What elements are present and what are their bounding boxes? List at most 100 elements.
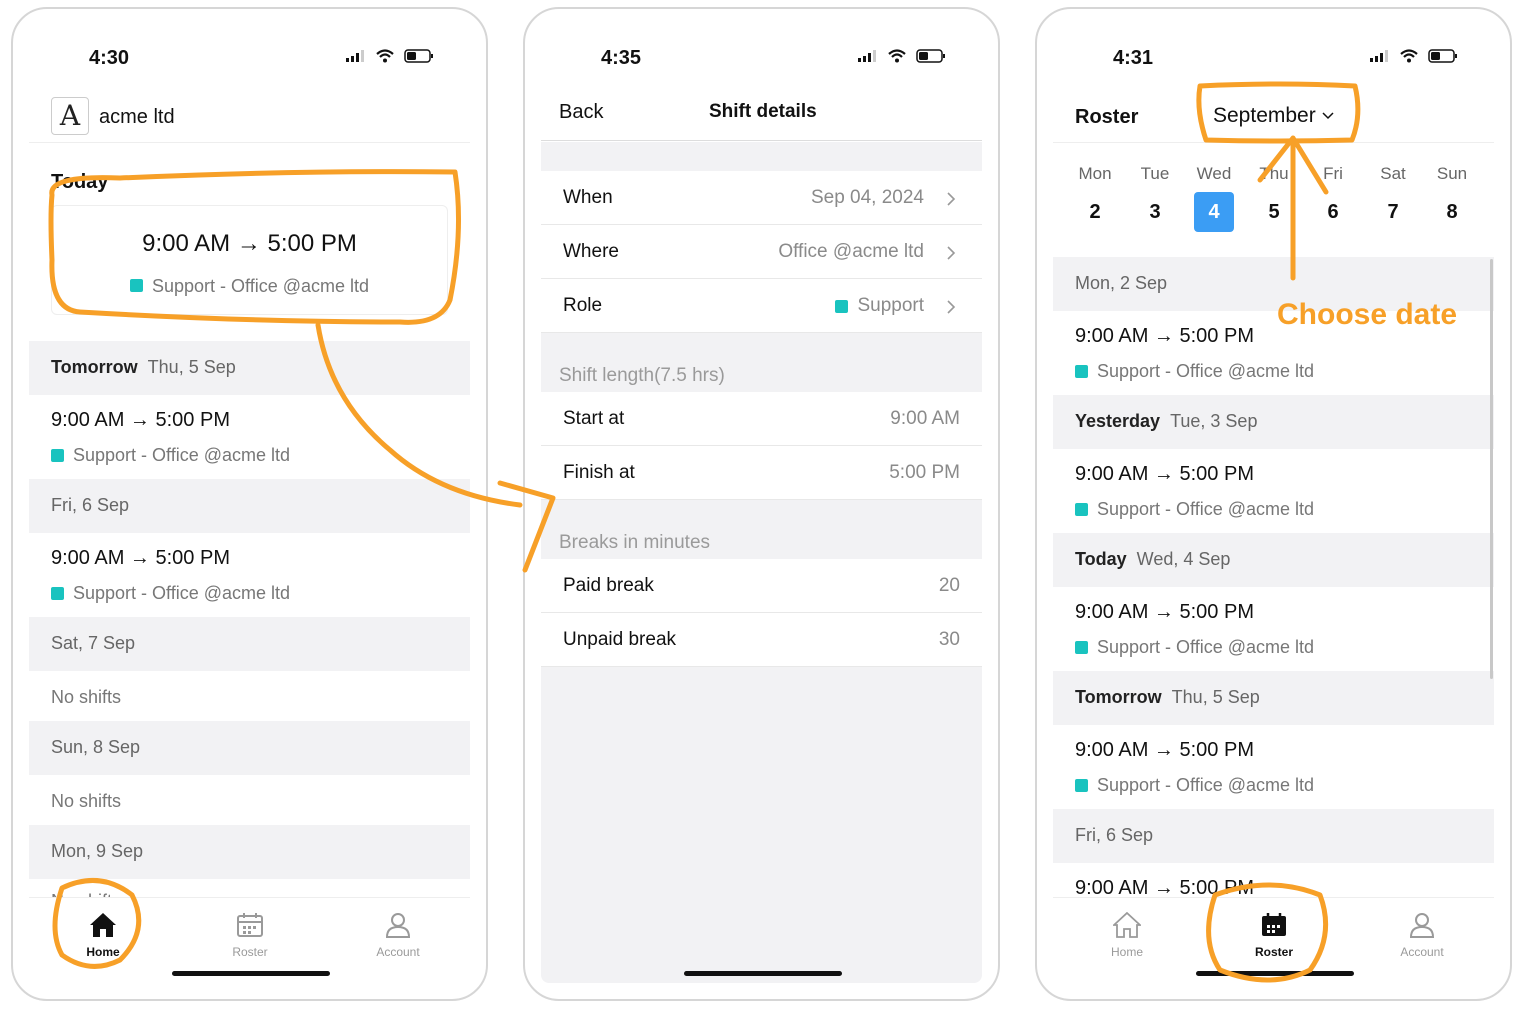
page-title: Roster bbox=[1075, 106, 1139, 128]
section-date: Thu, 5 Sep bbox=[1171, 687, 1260, 707]
status-bar: 4:31 bbox=[1053, 45, 1494, 73]
wifi-icon bbox=[376, 49, 394, 63]
paid-break-row[interactable]: Paid break 20 bbox=[541, 559, 982, 613]
day-number: 3 bbox=[1149, 201, 1161, 223]
chevron-right-icon bbox=[947, 192, 956, 206]
day-thu[interactable]: Thu 5 bbox=[1254, 164, 1294, 232]
day-number: 7 bbox=[1387, 201, 1399, 223]
section-date: Mon, 9 Sep bbox=[51, 841, 144, 861]
breaks-label: Breaks in minutes bbox=[559, 532, 711, 553]
today-heading: Today bbox=[51, 171, 109, 193]
section-date: Mon, 2 Sep bbox=[1075, 273, 1168, 293]
shift-row[interactable]: 9:00 AM → 5:00 PM Support - Office @acme… bbox=[29, 395, 470, 479]
role-row[interactable]: Role Support bbox=[541, 279, 982, 333]
section-header: Yesterday Tue, 3 Sep bbox=[1053, 395, 1494, 449]
page-title: Shift details bbox=[709, 101, 817, 122]
shift-time: 9:00 AM → 5:00 PM bbox=[1075, 325, 1254, 347]
month-picker[interactable]: September bbox=[1213, 104, 1334, 128]
paid-break-value: 20 bbox=[938, 575, 960, 596]
chevron-down-icon bbox=[1322, 112, 1334, 120]
day-sat[interactable]: Sat 7 bbox=[1373, 164, 1413, 232]
role-label: Role bbox=[563, 295, 603, 316]
day-mon[interactable]: Mon 2 bbox=[1075, 164, 1115, 232]
start-row[interactable]: Start at 9:00 AM bbox=[541, 392, 982, 446]
unpaid-break-label: Unpaid break bbox=[563, 629, 677, 650]
finish-row[interactable]: Finish at 5:00 PM bbox=[541, 446, 982, 500]
section-date: Fri, 6 Sep bbox=[51, 495, 130, 515]
no-shifts-text: No shifts bbox=[51, 791, 122, 811]
day-tue[interactable]: Tue 3 bbox=[1135, 164, 1175, 232]
role-color-swatch bbox=[129, 279, 143, 292]
when-value: Sep 04, 2024 bbox=[810, 187, 924, 208]
section-date: Sat, 7 Sep bbox=[51, 633, 136, 653]
day-wed-selected[interactable]: Wed 4 bbox=[1194, 164, 1234, 232]
phone-home-screen: 4:30 A acme ltd Today 9:00 AM → 5:00 PM … bbox=[11, 7, 488, 1001]
tab-home[interactable]: Home bbox=[63, 912, 143, 959]
shift-row[interactable]: 9:00 AM → 5:00 PM Support - Office @acme… bbox=[29, 533, 470, 617]
day-name: Tue bbox=[1140, 164, 1170, 183]
section-header: Sat, 7 Sep bbox=[29, 617, 470, 671]
today-shift-card[interactable]: 9:00 AM → 5:00 PM Support - Office @acme… bbox=[51, 205, 448, 315]
day-fri[interactable]: Fri 6 bbox=[1313, 164, 1353, 232]
today-shift-time: 9:00 AM → 5:00 PM bbox=[142, 230, 357, 257]
day-number: 5 bbox=[1268, 201, 1280, 223]
day-name: Fri bbox=[1323, 164, 1343, 183]
section-date: Wed, 4 Sep bbox=[1136, 549, 1231, 569]
day-sun[interactable]: Sun 8 bbox=[1432, 164, 1472, 232]
paid-break-label: Paid break bbox=[563, 575, 654, 596]
tab-home[interactable]: Home bbox=[1087, 911, 1167, 959]
tab-bar: Home Roster Account bbox=[29, 897, 470, 997]
day-number: 2 bbox=[1089, 201, 1101, 223]
empty-row: No shifts bbox=[29, 671, 470, 721]
shift-detail-text: Support - Office @acme ltd bbox=[1097, 361, 1315, 381]
signal-icon bbox=[858, 50, 876, 62]
day-number: 6 bbox=[1327, 201, 1339, 223]
status-bar: 4:30 bbox=[29, 45, 470, 73]
shift-row[interactable]: 9:00 AM → 5:00 PM Support - Office @acme… bbox=[1053, 587, 1494, 671]
empty-row: No shifts bbox=[29, 775, 470, 825]
signal-icon bbox=[346, 50, 364, 62]
unpaid-break-value: 30 bbox=[938, 629, 960, 650]
company-name: acme ltd bbox=[99, 106, 175, 128]
unpaid-break-row[interactable]: Unpaid break 30 bbox=[541, 613, 982, 667]
status-bar: 4:35 bbox=[541, 45, 982, 73]
shift-detail: Support - Office @acme ltd bbox=[1075, 499, 1314, 520]
tab-home-label: Home bbox=[1110, 945, 1143, 959]
day-name: Mon bbox=[1078, 164, 1112, 183]
app-header: A acme ltd bbox=[29, 91, 470, 143]
shift-row[interactable]: 9:00 AM → 5:00 PM Support - Office @acme… bbox=[1053, 449, 1494, 533]
wifi-icon bbox=[888, 49, 906, 63]
scrollbar[interactable] bbox=[1490, 259, 1493, 679]
tab-roster[interactable]: Roster bbox=[1234, 912, 1314, 959]
status-time: 4:30 bbox=[89, 47, 130, 69]
section-date: Sun, 8 Sep bbox=[51, 737, 141, 757]
tab-roster-label: Roster bbox=[1254, 945, 1293, 959]
tab-account[interactable]: Account bbox=[358, 912, 438, 959]
home-indicator bbox=[684, 971, 842, 976]
tab-home-label: Home bbox=[86, 945, 120, 959]
finish-value: 5:00 PM bbox=[889, 462, 960, 483]
shift-detail-text: Support - Office @acme ltd bbox=[73, 445, 291, 465]
home-icon bbox=[90, 913, 116, 937]
role-color-swatch bbox=[835, 299, 849, 313]
day-name: Sat bbox=[1380, 164, 1406, 183]
shift-time: 9:00 AM → 5:00 PM bbox=[1075, 601, 1254, 623]
day-name: Thu bbox=[1259, 164, 1289, 183]
battery-icon bbox=[1428, 49, 1457, 63]
tab-account-label: Account bbox=[1400, 945, 1444, 959]
where-row[interactable]: Where Office @acme ltd bbox=[541, 225, 982, 279]
tab-account[interactable]: Account bbox=[1382, 912, 1462, 959]
shift-row[interactable]: 9:00 AM → 5:00 PM Support - Office @acme… bbox=[1053, 725, 1494, 809]
shift-detail-text: Support - Office @acme ltd bbox=[73, 583, 291, 603]
back-button[interactable]: Back bbox=[559, 101, 603, 124]
tab-roster[interactable]: Roster bbox=[210, 912, 290, 959]
roster-header: Roster September bbox=[1053, 91, 1494, 143]
finish-label: Finish at bbox=[563, 462, 635, 483]
choose-date-annotation: Choose date bbox=[1277, 298, 1458, 331]
start-label: Start at bbox=[563, 408, 625, 429]
battery-icon bbox=[916, 49, 945, 63]
tab-roster-label: Roster bbox=[232, 945, 268, 959]
home-indicator bbox=[172, 971, 330, 976]
no-shifts-text: No shifts bbox=[51, 687, 122, 707]
when-row[interactable]: When Sep 04, 2024 bbox=[541, 171, 982, 225]
